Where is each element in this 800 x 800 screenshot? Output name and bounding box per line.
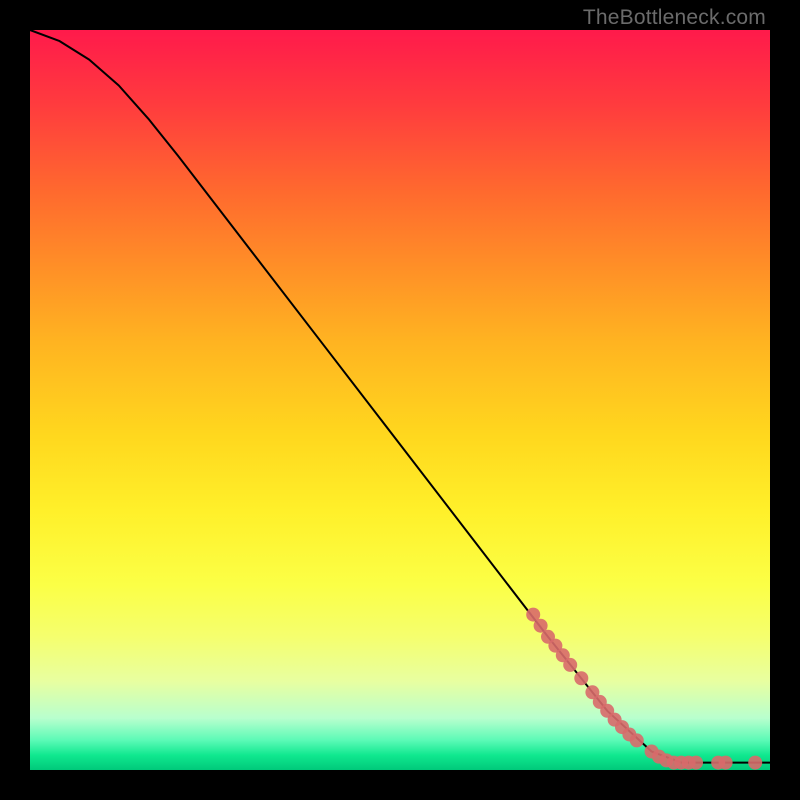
plot-area (30, 30, 770, 770)
chart-overlay (30, 30, 770, 770)
curve-line (30, 30, 770, 763)
data-point (719, 756, 733, 770)
data-point (748, 756, 762, 770)
data-point (689, 756, 703, 770)
watermark-text: TheBottleneck.com (583, 6, 766, 30)
data-point (574, 671, 588, 685)
data-point (563, 658, 577, 672)
chart-frame: TheBottleneck.com (0, 0, 800, 800)
data-point (630, 733, 644, 747)
